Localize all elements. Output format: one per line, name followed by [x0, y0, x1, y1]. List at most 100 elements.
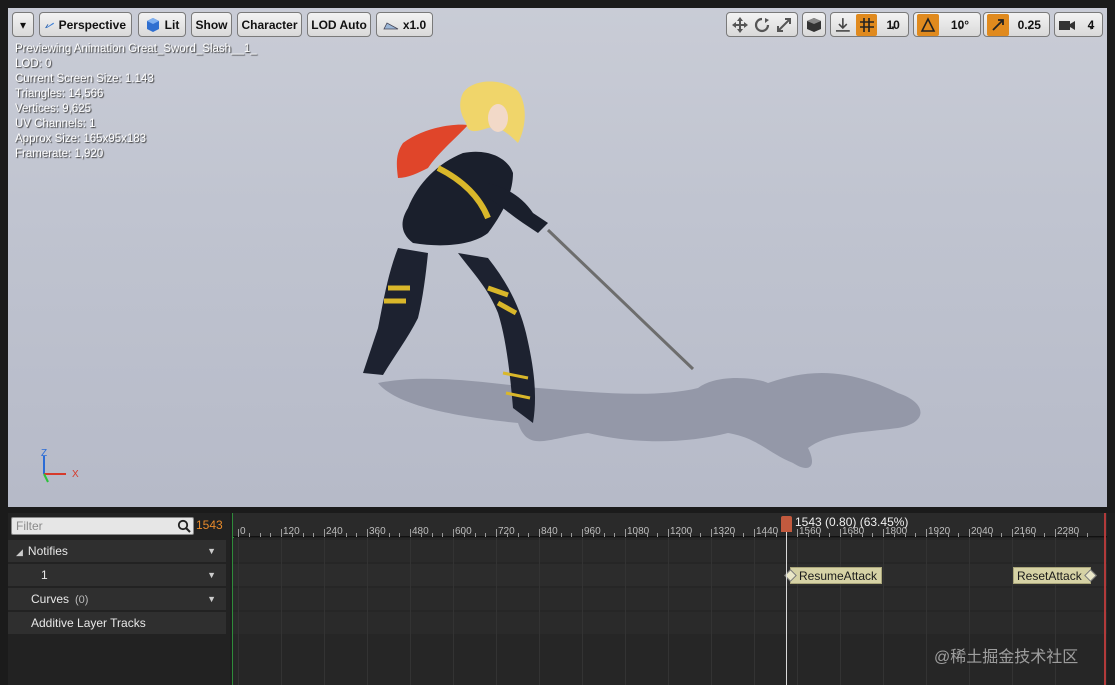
ruler-tick [797, 529, 798, 537]
ruler-minor-tick [485, 533, 487, 537]
preview-stats: Previewing Animation Great_Sword_Slash__… [15, 42, 257, 162]
ruler-tick [367, 529, 368, 537]
ruler-tick [410, 529, 411, 537]
ruler-tick [883, 529, 884, 537]
scale-snap-value[interactable]: 0.25 ▾ [1013, 18, 1046, 32]
ruler-minor-tick [646, 533, 648, 537]
world-local-toggle[interactable] [802, 12, 826, 37]
curves-dropdown-icon[interactable]: ▼ [207, 588, 216, 610]
ruler-minor-tick [936, 533, 938, 537]
grid-snap-caret-icon: ▾ [891, 24, 895, 32]
perspective-label: Perspective [58, 17, 126, 32]
lod-button[interactable]: LOD Auto [307, 12, 371, 37]
lit-button[interactable]: Lit [138, 12, 186, 37]
axis-z-label: Z [41, 448, 48, 459]
curves-count: (0) [75, 594, 89, 606]
perspective-button[interactable]: Perspective [39, 12, 132, 37]
character-button[interactable]: Character [237, 12, 302, 37]
notifies-dropdown-icon[interactable]: ▼ [207, 540, 216, 562]
ruler-minor-tick [904, 533, 906, 537]
ruler-tick [281, 529, 282, 537]
ruler-minor-tick [313, 533, 315, 537]
ruler-minor-tick [1022, 533, 1024, 537]
ruler-tick [754, 529, 755, 537]
curves-track-header[interactable]: Curves (0) ▼ [8, 588, 226, 610]
stat-screen-size: Current Screen Size: 1.143 [15, 73, 154, 85]
ruler-minor-tick [915, 533, 917, 537]
character-model[interactable] [338, 73, 938, 473]
transform-tools-group [726, 12, 798, 37]
grid-line [496, 538, 497, 685]
rotation-snap-toggle[interactable] [917, 13, 939, 36]
time-ruler[interactable]: 0 120 240 360 480 600 720 840 960 1080 1200 1320 144… [233, 513, 1107, 537]
rotate-icon[interactable] [752, 15, 772, 35]
show-label: Show [195, 17, 228, 32]
show-button[interactable]: Show [191, 12, 232, 37]
ruler-tick [1012, 529, 1013, 537]
notify-track-1-band [233, 564, 1107, 586]
notifies-track-header[interactable]: ◢ Notifies ▼ [8, 540, 226, 562]
track-list: Filter 1543 ◢ Notifies ▼ 1 ▼ Curves (0) ▼ … [8, 513, 230, 685]
ruler-minor-tick [893, 533, 895, 537]
stat-animation: Previewing Animation Great_Sword_Slash__… [15, 43, 257, 55]
grid-snap-value[interactable]: 10 ▾ [881, 18, 905, 32]
grid-line [238, 538, 239, 685]
grid-line [754, 538, 755, 685]
ruler-minor-tick [506, 533, 508, 537]
ruler-minor-tick [678, 533, 680, 537]
scale-snap-toggle[interactable] [987, 13, 1009, 36]
ruler-minor-tick [657, 533, 659, 537]
scale-icon[interactable] [774, 15, 794, 35]
ruler-tick [625, 529, 626, 537]
grid-line [324, 538, 325, 685]
notify-track-1-dropdown-icon[interactable]: ▼ [207, 564, 216, 586]
move-icon[interactable] [730, 15, 750, 35]
notify-resume-attack[interactable]: ResumeAttack [784, 567, 883, 584]
rotation-snap-value[interactable]: 10° ▾ [943, 18, 977, 32]
ruler-tick [668, 529, 669, 537]
left-leg [363, 248, 428, 375]
ruler-minor-tick [420, 533, 422, 537]
notify-reset-attack[interactable]: ResetAttack [1013, 567, 1097, 584]
grid-line [625, 538, 626, 685]
stat-uv-channels: UV Channels: 1 [15, 118, 96, 130]
watermark: @稀土掘金技术社区 [934, 649, 1079, 666]
playhead-handle[interactable] [781, 516, 792, 532]
additive-layer-tracks-header[interactable]: Additive Layer Tracks [8, 612, 226, 634]
ruler-minor-tick [990, 533, 992, 537]
speed-icon [383, 21, 399, 29]
curves-label: Curves [31, 592, 70, 606]
collapse-triangle-icon[interactable]: ◢ [16, 547, 23, 557]
stat-framerate: Framerate: 1,920 [15, 148, 104, 160]
additive-band [233, 612, 1107, 634]
rotation-snap-caret-icon: ▾ [958, 24, 962, 32]
character-label: Character [241, 17, 298, 32]
ruler-minor-tick [334, 533, 336, 537]
ruler-tick [238, 529, 239, 537]
ruler-minor-tick [356, 533, 358, 537]
ruler-tick-label: 0 [240, 526, 246, 537]
playhead-line [786, 527, 787, 685]
scale-snap-caret-icon: ▾ [1027, 24, 1032, 32]
surface-snap-icon[interactable] [834, 16, 852, 34]
ruler-minor-tick [732, 533, 734, 537]
ruler-minor-tick [399, 533, 401, 537]
ruler-minor-tick [549, 533, 551, 537]
ruler-minor-tick [764, 533, 766, 537]
viewport-options-button[interactable]: ▾ [12, 12, 34, 37]
notify-track-1[interactable]: 1 ▼ [8, 564, 226, 586]
animation-viewport[interactable]: ▾ Perspective Lit Show Character LOD Aut… [8, 8, 1107, 507]
search-icon[interactable] [177, 519, 191, 533]
playback-speed-button[interactable]: x1.0 [376, 12, 433, 37]
ruler-tick [1055, 529, 1056, 537]
ruler-minor-tick [807, 533, 809, 537]
chevron-down-icon: ▾ [19, 17, 27, 32]
character-shadow [378, 373, 921, 468]
grid-snap-toggle[interactable] [855, 13, 878, 36]
camera-speed-button[interactable]: 4 ▾ [1054, 12, 1103, 37]
ruler-minor-tick [345, 533, 347, 537]
ruler-tick [926, 529, 927, 537]
stat-approx-size: Approx Size: 165x95x183 [15, 133, 147, 145]
filter-input[interactable]: Filter [11, 517, 194, 535]
speed-label: x1.0 [402, 17, 427, 32]
